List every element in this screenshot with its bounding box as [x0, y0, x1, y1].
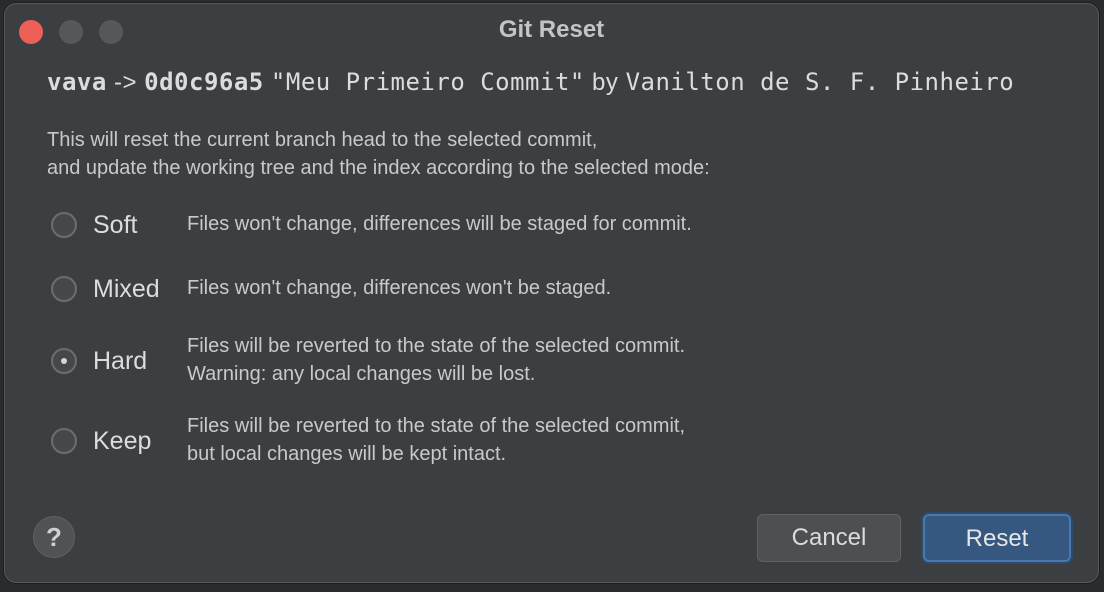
mode-option-mixed[interactable]: Mixed Files won't change, differences wo… — [51, 276, 611, 302]
mixed-radio[interactable] — [51, 276, 77, 302]
soft-description-line-1: Files won't change, differences will be … — [187, 213, 692, 235]
hard-radio[interactable] — [51, 348, 77, 374]
keep-description-line-2: but local changes will be kept intact. — [187, 443, 507, 465]
soft-label[interactable]: Soft — [93, 212, 187, 238]
mode-option-keep[interactable]: Keep Files will be reverted to the state… — [51, 415, 685, 468]
mode-option-soft[interactable]: Soft Files won't change, differences wil… — [51, 212, 692, 238]
hard-description-line-1: Files will be reverted to the state of t… — [187, 335, 685, 357]
reset-button[interactable]: Reset — [923, 514, 1071, 562]
commit-message: "Meu Primeiro Commit" — [270, 68, 585, 96]
keep-radio[interactable] — [51, 428, 77, 454]
by-text: by — [592, 69, 619, 96]
mode-option-hard[interactable]: Hard Files will be reverted to the state… — [51, 335, 685, 388]
help-button[interactable]: ? — [33, 516, 75, 558]
soft-radio[interactable] — [51, 212, 77, 238]
commit-summary: vava -> 0d0c96a5 "Meu Primeiro Commit" b… — [47, 68, 1014, 97]
reset-description: This will reset the current branch head … — [47, 126, 710, 182]
soft-description: Files won't change, differences will be … — [187, 212, 692, 238]
hard-description-line-2: Warning: any local changes will be lost. — [187, 363, 536, 385]
cancel-button[interactable]: Cancel — [757, 514, 901, 562]
arrow-text: -> — [113, 69, 137, 96]
git-reset-dialog: Git Reset vava -> 0d0c96a5 "Meu Primeiro… — [4, 3, 1099, 583]
hard-description: Files will be reverted to the state of t… — [187, 332, 685, 388]
mixed-description-line-1: Files won't change, differences won't be… — [187, 277, 612, 299]
mixed-description: Files won't change, differences won't be… — [187, 276, 611, 302]
commit-hash: 0d0c96a5 — [144, 68, 264, 96]
keep-label[interactable]: Keep — [93, 428, 187, 454]
description-line-2: and update the working tree and the inde… — [47, 157, 710, 179]
keep-description-line-1: Files will be reverted to the state of t… — [187, 415, 685, 437]
commit-author: Vanilton de S. F. Pinheiro — [625, 68, 1015, 96]
mixed-label[interactable]: Mixed — [93, 276, 187, 302]
keep-description: Files will be reverted to the state of t… — [187, 412, 685, 468]
dialog-title: Git Reset — [498, 16, 605, 43]
branch-name: vava — [47, 68, 107, 96]
description-line-1: This will reset the current branch head … — [47, 129, 598, 151]
hard-label[interactable]: Hard — [93, 348, 187, 374]
